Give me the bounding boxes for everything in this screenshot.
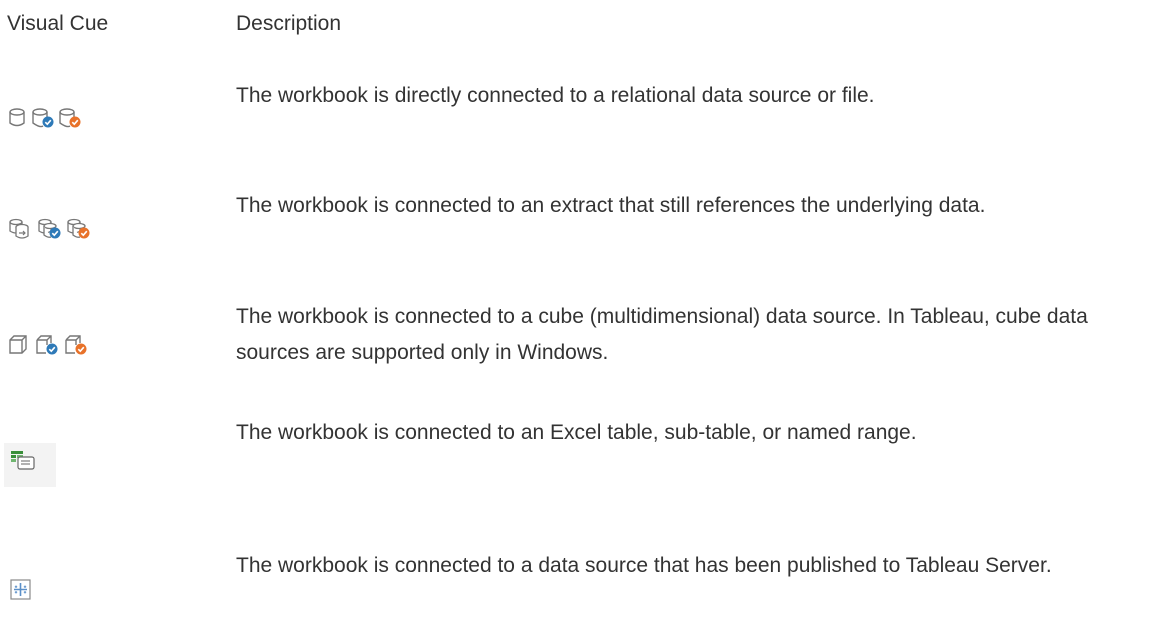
- extract-check-blue-icon: [38, 218, 61, 239]
- database-icon: [9, 108, 25, 127]
- database-check-orange-icon: [59, 108, 81, 128]
- database-check-blue-icon: [32, 108, 54, 128]
- extract-check-orange-icon: [67, 218, 90, 239]
- row-description: The workbook is connected to an Excel ta…: [236, 421, 917, 444]
- excel-table-icon: [4, 443, 56, 487]
- row-description: The workbook is connected to a cube (mul…: [236, 305, 1088, 364]
- header-visual-cue: Visual Cue: [7, 12, 109, 35]
- extract-icon: [9, 218, 29, 239]
- row-description: The workbook is connected to a data sour…: [236, 554, 1052, 577]
- cube-check-orange-icon: [65, 335, 87, 355]
- row-description: The workbook is directly connected to a …: [236, 84, 875, 107]
- cube-icon: [9, 335, 27, 354]
- header-description: Description: [236, 12, 342, 35]
- cube-check-blue-icon: [36, 335, 58, 355]
- row-description: The workbook is connected to an extract …: [236, 194, 986, 217]
- tableau-server-icon: [10, 579, 31, 600]
